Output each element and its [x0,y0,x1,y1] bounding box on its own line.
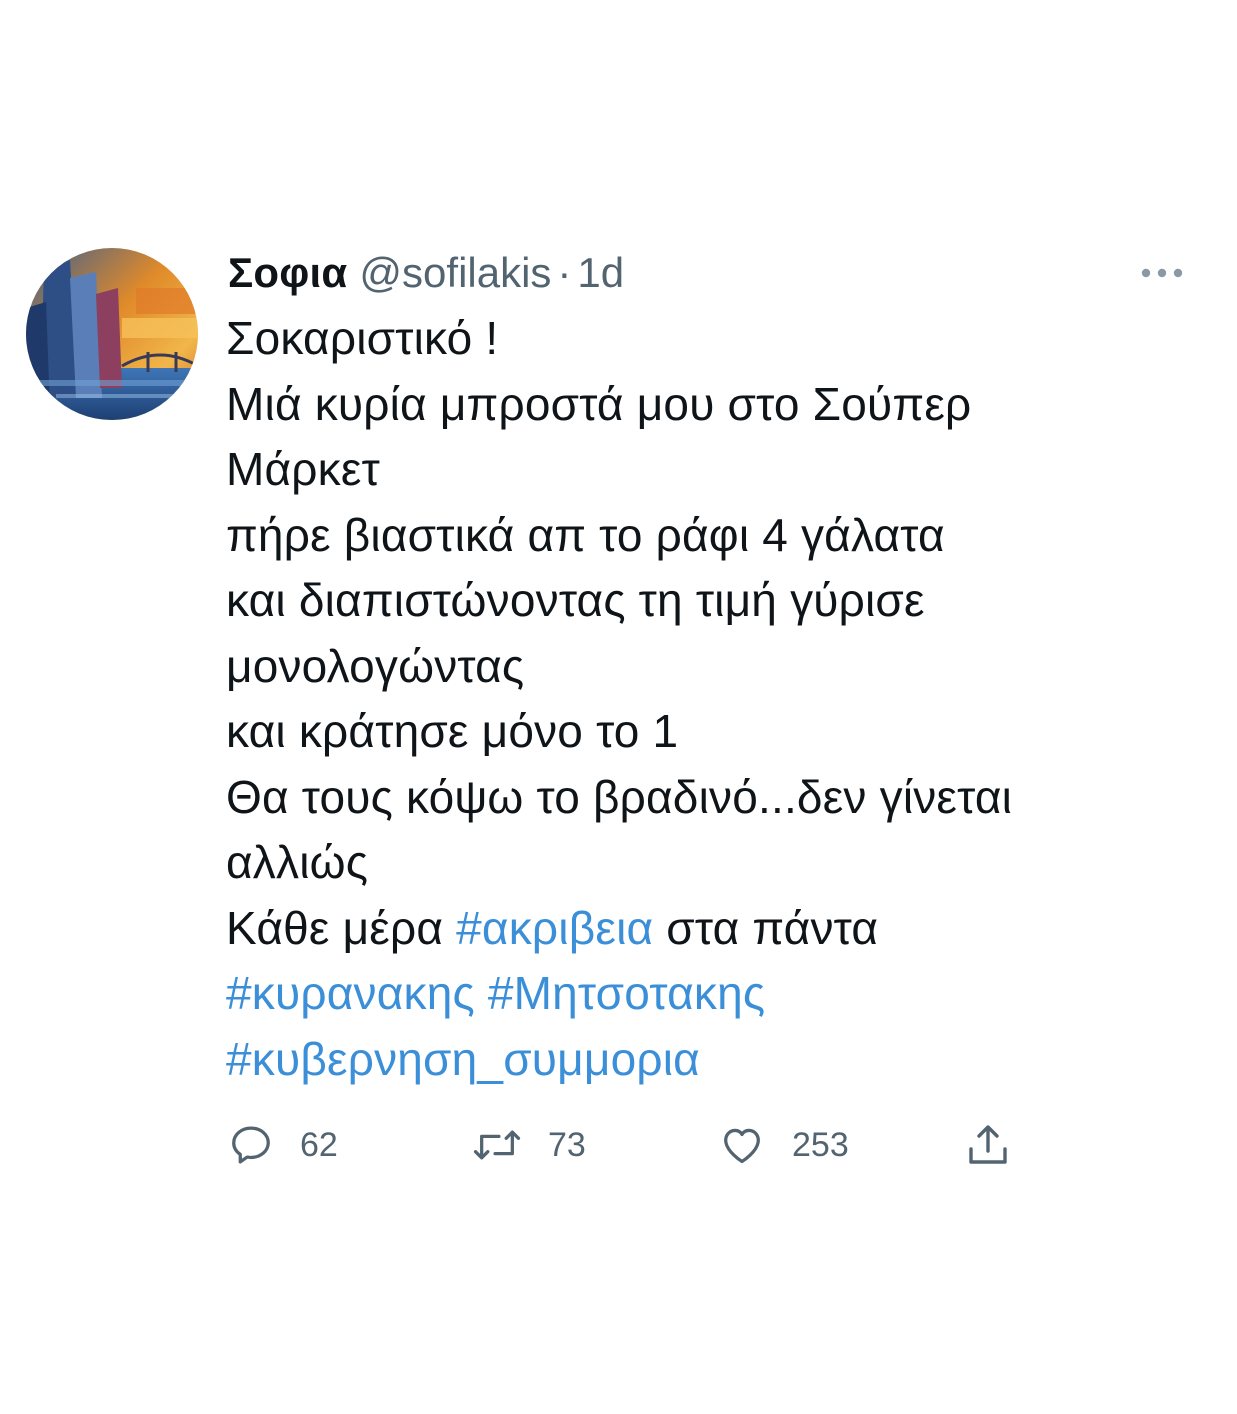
action-bar: 62 73 253 [226,1115,1046,1175]
tweet-text-line: και κράτησε μόνο το 1 [226,699,1206,765]
tweet-text-line: #κυρανακης #Μητσοτακης [226,961,1206,1027]
tweet-text-segment [475,967,488,1019]
tweet-text-segment: Κάθε μέρα [226,901,457,954]
tweet-text-segment: και διαπιστώνοντας τη τιμή γύρισε [226,574,925,626]
tweet-text-segment: Μιά κυρία μπροστά μου στο Σούπερ [226,377,972,430]
like-button[interactable]: 253 [718,1115,849,1175]
more-horizontal-icon [1141,268,1183,278]
tweet-timestamp[interactable]: 1d [577,249,624,297]
tweet-header: Σοφια @sofilakis · 1d [228,245,624,301]
tweet-text: Σοκαριστικό ! Μιά κυρία μπροστά μου στο Σ… [226,306,1206,1092]
tweet-text-line: Σοκαριστικό ! [226,306,1206,372]
display-name[interactable]: Σοφια [228,249,347,297]
tweet-text-line: Κάθε μέρα #ακριβεια στα πάντα [226,896,1206,962]
tweet-text-segment: μονολογώντας [226,639,525,692]
hashtag-link[interactable]: #κυρανακης [226,967,475,1019]
more-options-button[interactable] [1134,258,1190,288]
retweet-icon [472,1122,522,1168]
tweet-text-segment: Σοκαριστικό ! [226,312,499,364]
reply-icon [228,1122,274,1168]
tweet-text-line: Θα τους κόψω το βραδινό...δεν γίνεται [226,765,1206,831]
hashtag-link[interactable]: #κυβερνηση_συμμορια [226,1033,700,1085]
retweet-count: 73 [548,1125,586,1164]
page: Σοφια @sofilakis · 1d Σοκαριστικό ! Μιά κ… [0,0,1237,1414]
tweet-text-line: πήρε βιαστικά απ το ράφι 4 γάλατα [226,503,1206,569]
tweet-text-line: μονολογώντας [226,634,1206,700]
reply-button[interactable]: 62 [228,1115,338,1175]
tweet-text-segment: πήρε βιαστικά απ το ράφι 4 γάλατα [226,508,945,561]
tweet-text-line: Μιά κυρία μπροστά μου στο Σούπερ [226,372,1206,438]
tweet-text-segment: αλλιώς [226,836,369,888]
heart-icon [718,1122,766,1168]
share-icon [964,1120,1012,1170]
tweet-text-line: Μάρκετ [226,437,1206,503]
reply-count: 62 [300,1125,338,1164]
tweet-text-segment: στα πάντα [653,901,879,954]
hashtag-link[interactable]: #Μητσοτακης [488,967,765,1019]
tweet-text-segment: και κράτησε μόνο το 1 [226,705,679,757]
tweet-text-line: αλλιώς [226,830,1206,896]
hashtag-link[interactable]: #ακριβεια [456,902,653,954]
retweet-button[interactable]: 73 [472,1115,586,1175]
avatar-painting-image [26,248,198,420]
like-count: 253 [792,1125,849,1164]
tweet-text-segment: Θα τους κόψω το βραδινό...δεν γίνεται [226,770,1013,823]
tweet[interactable]: Σοφια @sofilakis · 1d Σοκαριστικό ! Μιά κ… [0,0,1237,1414]
share-button[interactable] [964,1115,1012,1175]
tweet-text-line: #κυβερνηση_συμμορια [226,1027,1206,1093]
user-handle[interactable]: @sofilakis [359,249,551,297]
avatar[interactable] [26,248,198,420]
tweet-text-segment: Μάρκετ [226,443,380,495]
header-separator: · [557,249,572,296]
tweet-text-line: και διαπιστώνοντας τη τιμή γύρισε [226,568,1206,634]
